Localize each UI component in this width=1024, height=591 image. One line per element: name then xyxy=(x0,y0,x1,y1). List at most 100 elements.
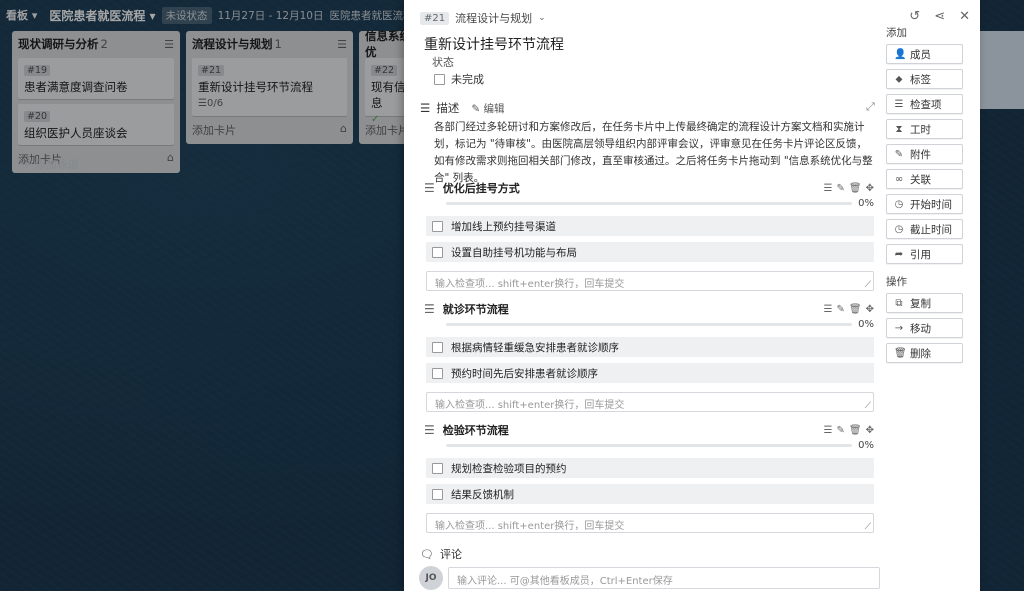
chevron-down-icon[interactable]: ⌄ xyxy=(538,13,546,23)
attachment-button[interactable]: ✎ 附件 xyxy=(886,144,963,164)
checklist-title[interactable]: 检验环节流程 xyxy=(443,422,509,438)
resize-handle-icon[interactable]: ⟋ xyxy=(865,522,871,532)
checklist-progress-percent: 0% xyxy=(858,319,874,330)
card-detail-modal: #21 流程设计与规划 ⌄ ↺ ⋖ ✕ 重新设计挂号环节流程 状态 未完成 ☰ … xyxy=(404,0,980,591)
checklist-icon: ☰ xyxy=(424,181,435,195)
move-button[interactable]: → 移动 xyxy=(886,318,963,338)
status-value: 未完成 xyxy=(451,73,484,86)
start-time-button[interactable]: ◷ 开始时间 xyxy=(886,194,963,214)
checklist-item-input[interactable]: 输入检查项... shift+enter换行，回车提交 ⟋ xyxy=(426,513,874,533)
history-icon[interactable]: ↺ xyxy=(909,9,920,24)
trash-icon: 🗑 xyxy=(894,347,907,359)
hourglass-icon: ⧗ xyxy=(895,123,903,135)
link-icon: ∞ xyxy=(894,173,904,185)
edit-icon[interactable]: ✎ xyxy=(837,304,845,315)
checklist-item-checkbox[interactable] xyxy=(432,341,443,353)
close-icon[interactable]: ✕ xyxy=(959,9,970,24)
hide-completed-icon[interactable]: ☰ xyxy=(824,304,833,315)
checklist-item[interactable]: 预约时间先后安排患者就诊顺序 xyxy=(426,363,874,383)
background-list-edge xyxy=(980,31,1024,109)
card-number: #21 xyxy=(420,11,450,25)
add-section-label: 添加 xyxy=(886,27,907,39)
checklist-progress-percent: 0% xyxy=(858,198,874,209)
comment-icon: 🗨 xyxy=(420,547,434,561)
checklist: ☰ 就诊环节流程 ☰ ✎ 🗑 ✥ 0% 根据病情轻重缓急安排患者就诊顺序 预约时间… xyxy=(424,301,874,412)
checklist-item-label: 增加线上预约挂号渠道 xyxy=(451,220,556,233)
checklist-item[interactable]: 根据病情轻重缓急安排患者就诊顺序 xyxy=(426,337,874,357)
checklist-progress-percent: 0% xyxy=(858,440,874,451)
checklist-progress-bar xyxy=(446,202,852,205)
delete-button[interactable]: 🗑 删除 xyxy=(886,343,963,363)
avatar[interactable]: JO xyxy=(419,566,443,590)
checklist: ☰ 优化后挂号方式 ☰ ✎ 🗑 ✥ 0% 增加线上预约挂号渠道 设置自助挂号机功能… xyxy=(424,180,874,291)
checklist-icon: ☰ xyxy=(424,423,435,437)
edit-icon[interactable]: ✎ xyxy=(837,425,845,436)
description-text[interactable]: 各部门经过多轮研讨和方案修改后，在任务卡片中上传最终确定的流程设计方案文档和实施… xyxy=(434,119,874,187)
hide-completed-icon[interactable]: ☰ xyxy=(824,183,833,194)
card-title[interactable]: 重新设计挂号环节流程 xyxy=(424,34,564,54)
checklist-item-label: 规划检查检验项目的预约 xyxy=(451,462,567,475)
copy-icon: ⧉ xyxy=(895,297,903,309)
checklist-item-input[interactable]: 输入检查项... shift+enter换行，回车提交 ⟋ xyxy=(426,271,874,291)
card-actions-sidebar: 添加 👤 成员 ⬥ 标签 ☰ 检查项 ⧗ 工时 ✎ 附件 ∞ 关联 ◷ 开始时间 ◷ 截止时间 … xyxy=(886,25,966,368)
drag-icon[interactable]: ✥ xyxy=(866,304,874,315)
copy-button[interactable]: ⧉ 复制 xyxy=(886,293,963,313)
work-hours-button[interactable]: ⧗ 工时 xyxy=(886,119,963,139)
hide-completed-icon[interactable]: ☰ xyxy=(824,425,833,436)
edit-description-button[interactable]: ✎ 编辑 xyxy=(471,101,504,116)
edit-icon[interactable]: ✎ xyxy=(837,183,845,194)
checklist-item-checkbox[interactable] xyxy=(432,367,443,379)
list-icon: ☰ xyxy=(894,98,904,110)
checklist: ☰ 检验环节流程 ☰ ✎ 🗑 ✥ 0% 规划检查检验项目的预约 结果反馈机制 输入… xyxy=(424,422,874,533)
labels-button[interactable]: ⬥ 标签 xyxy=(886,69,963,89)
user-plus-icon: 👤 xyxy=(894,48,907,60)
members-button[interactable]: 👤 成员 xyxy=(886,44,963,64)
trash-icon[interactable]: 🗑 xyxy=(849,183,862,194)
share-icon[interactable]: ⋖ xyxy=(934,9,945,24)
clock-icon: ◷ xyxy=(894,198,904,210)
paperclip-icon: ✎ xyxy=(894,148,904,160)
checklist-item-checkbox[interactable] xyxy=(432,246,443,258)
status-label: 状态 xyxy=(432,56,454,69)
resize-handle-icon[interactable]: ⟋ xyxy=(865,280,871,290)
checklist-item-label: 预约时间先后安排患者就诊顺序 xyxy=(451,367,598,380)
checklist-item-checkbox[interactable] xyxy=(432,220,443,232)
checklist-item-input[interactable]: 输入检查项... shift+enter换行，回车提交 ⟋ xyxy=(426,392,874,412)
checklist-title[interactable]: 优化后挂号方式 xyxy=(443,180,520,196)
comment-input[interactable]: 输入评论... 可@其他看板成员，Ctrl+Enter保存 xyxy=(448,567,880,589)
expand-icon[interactable]: ⤢ xyxy=(866,100,875,114)
drag-icon[interactable]: ✥ xyxy=(866,425,874,436)
trash-icon[interactable]: 🗑 xyxy=(849,425,862,436)
due-time-button[interactable]: ◷ 截止时间 xyxy=(886,219,963,239)
actions-section-label: 操作 xyxy=(886,276,907,288)
description-icon: ☰ xyxy=(420,101,431,115)
tag-icon: ⬥ xyxy=(895,73,903,85)
description-label: 描述 xyxy=(436,101,460,115)
checklist-progress-bar xyxy=(446,444,852,447)
checklist-item-label: 根据病情轻重缓急安排患者就诊顺序 xyxy=(451,341,619,354)
checklist-progress-bar xyxy=(446,323,852,326)
checklist-item-checkbox[interactable] xyxy=(432,462,443,474)
checklist-button[interactable]: ☰ 检查项 xyxy=(886,94,963,114)
checklist-icon: ☰ xyxy=(424,302,435,316)
checklist-item-label: 设置自助挂号机功能与布局 xyxy=(451,246,577,259)
card-list-name[interactable]: 流程设计与规划 xyxy=(455,10,532,26)
link-button[interactable]: ∞ 关联 xyxy=(886,169,963,189)
checklist-item-label: 结果反馈机制 xyxy=(451,488,514,501)
checklist-title[interactable]: 就诊环节流程 xyxy=(443,301,509,317)
checklist-item[interactable]: 结果反馈机制 xyxy=(426,484,874,504)
checklist-item-checkbox[interactable] xyxy=(432,488,443,500)
share-arrow-icon: ➦ xyxy=(894,248,904,260)
clock-icon: ◷ xyxy=(894,223,904,235)
comment-label: 评论 xyxy=(439,548,462,561)
arrow-right-icon: → xyxy=(894,322,904,334)
checklist-item[interactable]: 增加线上预约挂号渠道 xyxy=(426,216,874,236)
resize-handle-icon[interactable]: ⟋ xyxy=(865,401,871,411)
checklist-item[interactable]: 规划检查检验项目的预约 xyxy=(426,458,874,478)
drag-icon[interactable]: ✥ xyxy=(866,183,874,194)
trash-icon[interactable]: 🗑 xyxy=(849,304,862,315)
edit-label: 编辑 xyxy=(483,102,505,115)
checklist-item[interactable]: 设置自助挂号机功能与布局 xyxy=(426,242,874,262)
reference-button[interactable]: ➦ 引用 xyxy=(886,244,963,264)
status-checkbox[interactable] xyxy=(434,73,445,85)
